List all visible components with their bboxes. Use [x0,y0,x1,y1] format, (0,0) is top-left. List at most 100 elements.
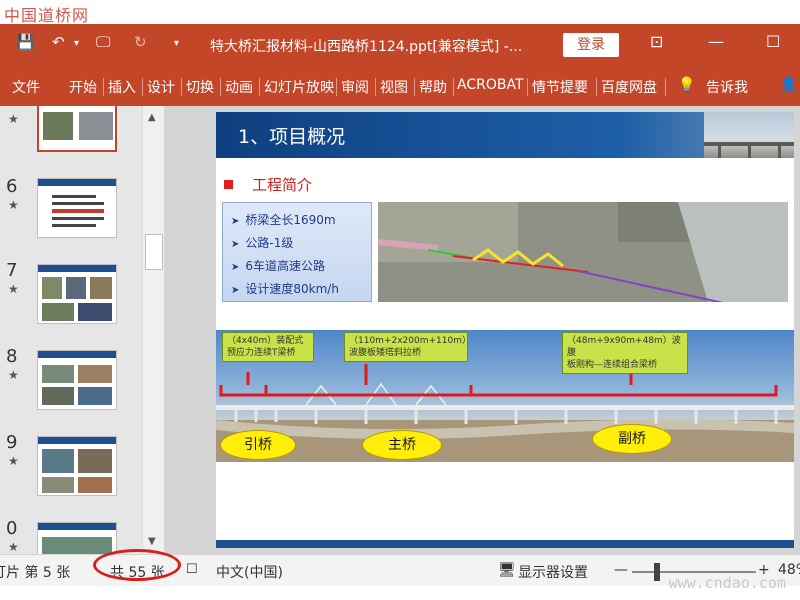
bridge-pier [718,146,721,158]
thumbnail-header [38,179,116,186]
watermark-bottom: www.cndao.com [668,574,786,592]
header-bridge-photo [704,112,794,158]
fact-text: 6车道高速公路 [245,259,326,273]
thumbnail-photo [78,387,112,405]
thumbnail-photo [42,365,74,383]
tab-baidu-netdisk[interactable]: 百度网盘 [601,77,657,97]
tab-separator [220,78,221,96]
scroll-up-icon[interactable]: ▲ [148,112,156,123]
tab-home[interactable]: 开始 [69,77,97,97]
thumbnail-photo [90,277,112,299]
tab-acrobat[interactable]: ACROBAT [457,77,525,93]
label-side-bridge: 副桥 [592,424,672,454]
note-text: 板刚构—连续组合梁桥 [567,360,658,370]
present-from-start-icon[interactable]: 🖵 [96,33,110,51]
bridge-deck [704,142,794,146]
tab-review[interactable]: 审阅 [341,77,369,97]
share-icon[interactable]: 👤 [780,77,797,93]
undo-icon[interactable]: ↶ [52,33,65,51]
tab-slideshow[interactable]: 幻灯片放映 [264,77,334,97]
thumbnail-photo [42,537,112,554]
tab-storyboard[interactable]: 情节提要 [532,77,588,97]
animation-star-icon: ★ [8,282,19,296]
display-settings-icon[interactable]: 🖥 [498,562,516,578]
slide-thumbnail-10[interactable] [37,522,117,554]
thumbnail-scrollbar[interactable]: ▲ ▼ [142,106,164,554]
thumbnail-photo [78,365,112,383]
tab-separator [665,78,666,96]
arrow-bullet-icon: ➤ [231,239,240,250]
scrollbar-thumb[interactable] [145,234,163,270]
fact-item: ➤ 桥梁全长1690m [231,211,336,228]
language-indicator[interactable]: 中文(中国) [216,562,283,582]
tab-separator [414,78,415,96]
scroll-down-icon[interactable]: ▼ [148,536,156,547]
span-brackets [219,385,778,397]
note-text: （110m+2x200m+110m） [349,336,471,346]
section-bullet [224,180,233,189]
thumbnail-photo [42,277,62,299]
thumbnail-bar [52,209,104,213]
thumbnail-bar [52,217,104,220]
tab-separator [336,78,337,96]
fact-text: 桥梁全长1690m [245,213,336,227]
slide-thumbnail-8[interactable] [37,350,117,410]
tab-separator [259,78,260,96]
slide-number: 7 [6,260,18,281]
slide-thumbnail-9[interactable] [37,436,117,496]
tab-separator [453,78,454,96]
slide-thumbnail-panel[interactable]: ★ 6 ★ 7 ★ 8 ★ 9 ★ 0 ★ [0,106,142,554]
tab-design[interactable]: 设计 [147,77,175,97]
animation-star-icon: ★ [8,454,19,468]
undo-dropdown-icon[interactable]: ▾ [74,38,79,49]
satellite-map-image [378,202,788,302]
bridge-pier [748,146,751,158]
slide-thumbnail-5[interactable] [37,106,117,152]
watermark-top: 中国道桥网 [4,6,90,25]
fact-item: ➤ 设计速度80km/h [231,280,339,297]
spellcheck-icon[interactable]: ☐ [186,562,198,577]
current-slide[interactable]: 1、项目概况 工程简介 ➤ 桥梁全长1690m ➤ 公路-1级 ➤ 6车道高速公路 ➤… [216,112,794,548]
minimize-icon[interactable]: — [708,32,724,51]
customize-quick-access-icon[interactable]: ▾ [174,38,179,49]
zoom-slider-track[interactable] [632,571,756,573]
tab-separator [375,78,376,96]
lightbulb-icon: 💡 [678,77,696,93]
slide-thumbnail-6[interactable] [37,178,117,238]
arrow-bullet-icon: ➤ [231,285,240,296]
slide-thumbnail-7[interactable] [37,264,117,324]
label-main-bridge: 主桥 [362,430,442,460]
tell-me-search[interactable]: 告诉我 [706,77,748,97]
powerpoint-window: 中国道桥网 💾 ↶ ▾ 🖵 ↻ ▾ 特大桥汇报材料-山西路桥1124.ppt[兼… [0,0,800,600]
thumbnail-header [38,351,116,358]
tab-insert[interactable]: 插入 [108,77,136,97]
thumbnail-photo [42,477,74,493]
zoom-out-icon[interactable]: — [614,562,628,578]
ribbon-display-options-icon[interactable]: ⊡ [650,32,663,51]
bridge-photo-drawing [704,142,794,158]
fact-item: ➤ 公路-1级 [231,234,293,251]
tab-transitions[interactable]: 切换 [186,77,214,97]
note-text: （48m+9x90m+48m）波腹 [567,336,681,358]
animation-star-icon: ★ [8,112,19,126]
note-text: （4x40m）装配式 [227,336,304,346]
thumbnail-bar [52,195,96,198]
tab-file[interactable]: 文件 [12,77,40,97]
redo-icon[interactable]: ↻ [134,33,147,51]
slide-position[interactable]: 幻灯片 第 5 张 [0,562,70,582]
tab-separator [142,78,143,96]
slide-number: 9 [6,432,18,453]
display-settings-button[interactable]: 显示器设置 [518,562,588,582]
login-button[interactable]: 登录 [563,33,619,57]
title-bar: 💾 ↶ ▾ 🖵 ↻ ▾ 特大桥汇报材料-山西路桥1124.ppt[兼容模式] -… [0,24,800,66]
slide-number: 0 [6,518,18,539]
thumbnail-header [38,265,116,272]
tab-view[interactable]: 视图 [380,77,408,97]
tab-separator [596,78,597,96]
tab-help[interactable]: 帮助 [419,77,447,97]
tab-animations[interactable]: 动画 [225,77,253,97]
zoom-slider-knob[interactable] [654,563,660,581]
maximize-icon[interactable]: ☐ [766,32,780,51]
tab-separator [181,78,182,96]
save-icon[interactable]: 💾 [16,33,35,51]
